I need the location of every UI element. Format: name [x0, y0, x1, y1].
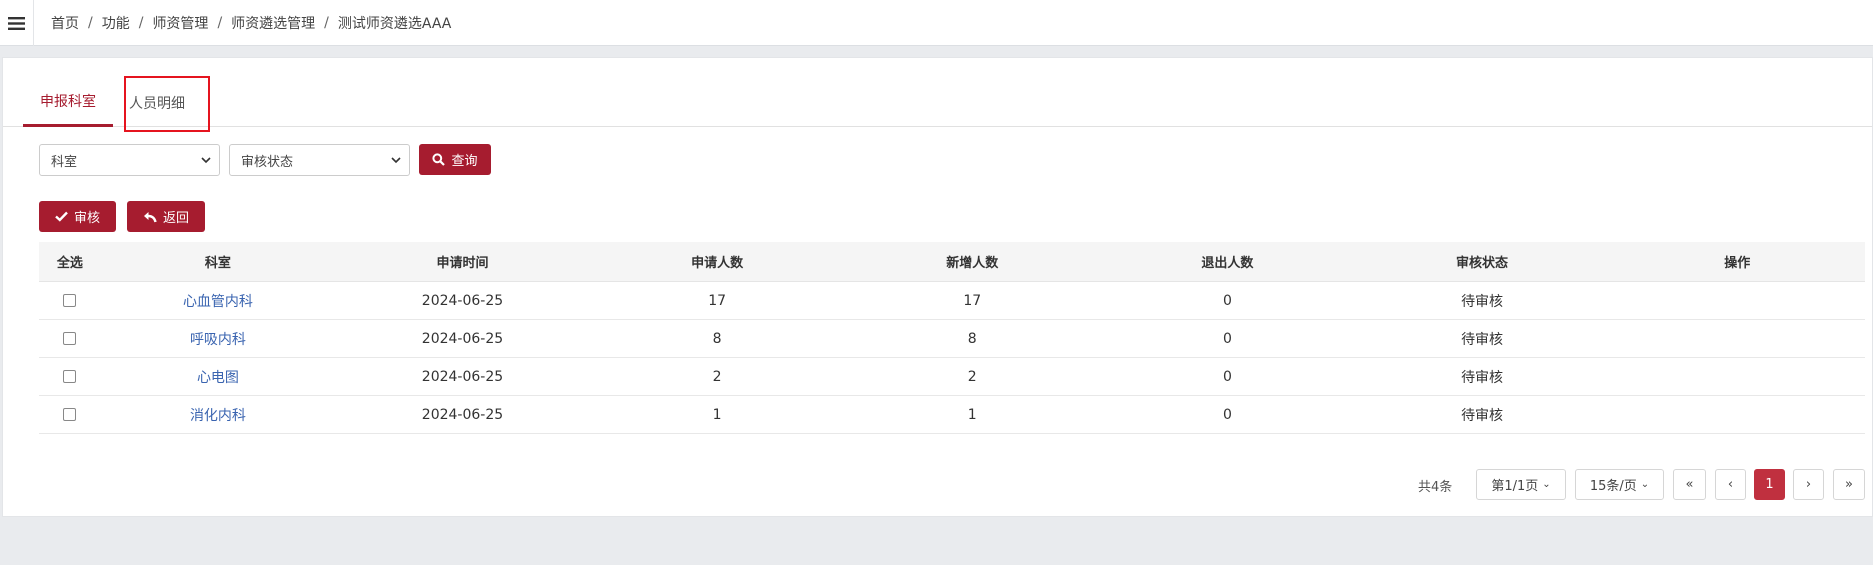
row-checkbox[interactable]: [63, 408, 77, 421]
chevron-down-icon: ⌄: [1542, 479, 1551, 490]
header-actions: 操作: [1724, 256, 1751, 271]
row-checkbox[interactable]: [63, 370, 77, 383]
page-info-dropdown[interactable]: 第1/1页 ⌄: [1476, 469, 1566, 500]
breadcrumb-faculty-management[interactable]: 师资管理: [152, 13, 208, 33]
hamburger-icon: [8, 16, 25, 30]
chevron-down-icon: [201, 157, 211, 164]
breadcrumb-separator: /: [138, 15, 144, 31]
audit-status-select[interactable]: 审核状态: [229, 144, 410, 176]
added-count: 8: [967, 330, 977, 347]
breadcrumb-separator: /: [88, 15, 93, 31]
exited-count: 0: [1222, 406, 1232, 423]
tab-bar: 申报科室 人员明细: [3, 78, 1872, 127]
breadcrumb-separator: /: [217, 15, 223, 31]
breadcrumb-separator: /: [324, 15, 329, 31]
apply-date: 2024-06-25: [421, 406, 504, 423]
page-info-label: 第1/1页: [1491, 479, 1539, 494]
exited-count: 0: [1222, 292, 1232, 309]
next-page-button[interactable]: ›: [1793, 469, 1824, 500]
breadcrumb-faculty-selection[interactable]: 师资遴选管理: [231, 13, 315, 33]
breadcrumb-home[interactable]: 首页: [51, 13, 79, 33]
tab-department-application[interactable]: 申报科室: [23, 78, 113, 127]
back-button-label: 返回: [162, 211, 189, 226]
added-count: 17: [963, 292, 982, 309]
row-actions: [1609, 396, 1865, 433]
added-count: 1: [967, 406, 977, 423]
first-page-button[interactable]: «: [1673, 469, 1706, 500]
department-select-value: 科室: [51, 154, 78, 170]
table-header: 全选 科室 申请时间 申请人数 新增人数 退出人数 审核状态 操作: [39, 242, 1865, 282]
check-icon: [55, 211, 68, 222]
header-apply-time: 申请时间: [436, 256, 489, 271]
audit-status: 待审核: [1461, 293, 1504, 310]
page-size-label: 15条/页: [1589, 479, 1637, 494]
last-page-button[interactable]: »: [1833, 469, 1865, 500]
audit-button[interactable]: 审核: [39, 201, 116, 232]
applied-count: 17: [708, 292, 727, 309]
back-button[interactable]: 返回: [127, 201, 205, 232]
apply-date: 2024-06-25: [421, 368, 504, 385]
applied-count: 2: [712, 368, 722, 385]
audit-status: 待审核: [1461, 369, 1504, 386]
department-link[interactable]: 心电图: [197, 367, 239, 387]
audit-button-label: 审核: [73, 211, 100, 226]
pagination-total: 共4条: [1418, 480, 1453, 495]
applied-count: 8: [712, 330, 722, 347]
query-button[interactable]: 查询: [419, 144, 491, 175]
department-table: 全选 科室 申请时间 申请人数 新增人数 退出人数 审核状态 操作 心血管内科 …: [39, 242, 1865, 434]
header-audit-status: 审核状态: [1456, 256, 1509, 271]
audit-status: 待审核: [1461, 407, 1504, 424]
row-checkbox[interactable]: [63, 294, 77, 307]
chevron-down-icon: [391, 157, 401, 164]
breadcrumb-function[interactable]: 功能: [102, 13, 130, 33]
reply-arrow-icon: [143, 211, 157, 222]
audit-status: 待审核: [1461, 331, 1504, 348]
header-applied-count: 申请人数: [691, 256, 744, 271]
department-link[interactable]: 消化内科: [190, 405, 246, 425]
prev-page-button[interactable]: ‹: [1715, 469, 1746, 500]
row-actions: [1609, 358, 1865, 395]
top-bar: 首页 / 功能 / 师资管理 / 师资遴选管理 / 测试师资遴选AAA: [0, 0, 1873, 46]
chevron-down-icon: ⌄: [1640, 479, 1650, 490]
row-actions: [1609, 320, 1865, 357]
applied-count: 1: [712, 406, 722, 423]
search-icon: [432, 153, 446, 166]
department-select[interactable]: 科室: [39, 144, 220, 176]
table-row: 消化内科 2024-06-25 1 1 0 待审核: [39, 396, 1865, 434]
content-card: 申报科室 人员明细 科室 审核状态 查询 审核 返回 全选 科室 申请时间 申请…: [2, 57, 1873, 517]
department-link[interactable]: 心血管内科: [183, 291, 253, 311]
apply-date: 2024-06-25: [421, 330, 504, 347]
table-row: 心血管内科 2024-06-25 17 17 0 待审核: [39, 282, 1865, 320]
page-size-dropdown[interactable]: 15条/页 ⌄: [1575, 469, 1664, 500]
header-select-all[interactable]: 全选: [39, 242, 101, 281]
row-actions: [1609, 282, 1865, 319]
added-count: 2: [967, 368, 977, 385]
audit-status-select-value: 审核状态: [241, 154, 294, 170]
table-row: 呼吸内科 2024-06-25 8 8 0 待审核: [39, 320, 1865, 358]
breadcrumb: 首页 / 功能 / 师资管理 / 师资遴选管理 / 测试师资遴选AAA: [51, 0, 451, 46]
query-button-label: 查询: [451, 154, 478, 169]
breadcrumb-current: 测试师资遴选AAA: [337, 16, 452, 32]
highlight-annotation-box: [124, 76, 210, 132]
current-page-button[interactable]: 1: [1754, 469, 1785, 500]
header-exited-count: 退出人数: [1201, 256, 1254, 271]
table-row: 心电图 2024-06-25 2 2 0 待审核: [39, 358, 1865, 396]
exited-count: 0: [1222, 368, 1232, 385]
header-department: 科室: [204, 256, 231, 271]
exited-count: 0: [1222, 330, 1232, 347]
row-checkbox[interactable]: [63, 332, 77, 345]
department-link[interactable]: 呼吸内科: [190, 329, 246, 349]
header-added-count: 新增人数: [946, 256, 999, 271]
menu-toggle-button[interactable]: [0, 0, 34, 46]
apply-date: 2024-06-25: [421, 292, 504, 309]
